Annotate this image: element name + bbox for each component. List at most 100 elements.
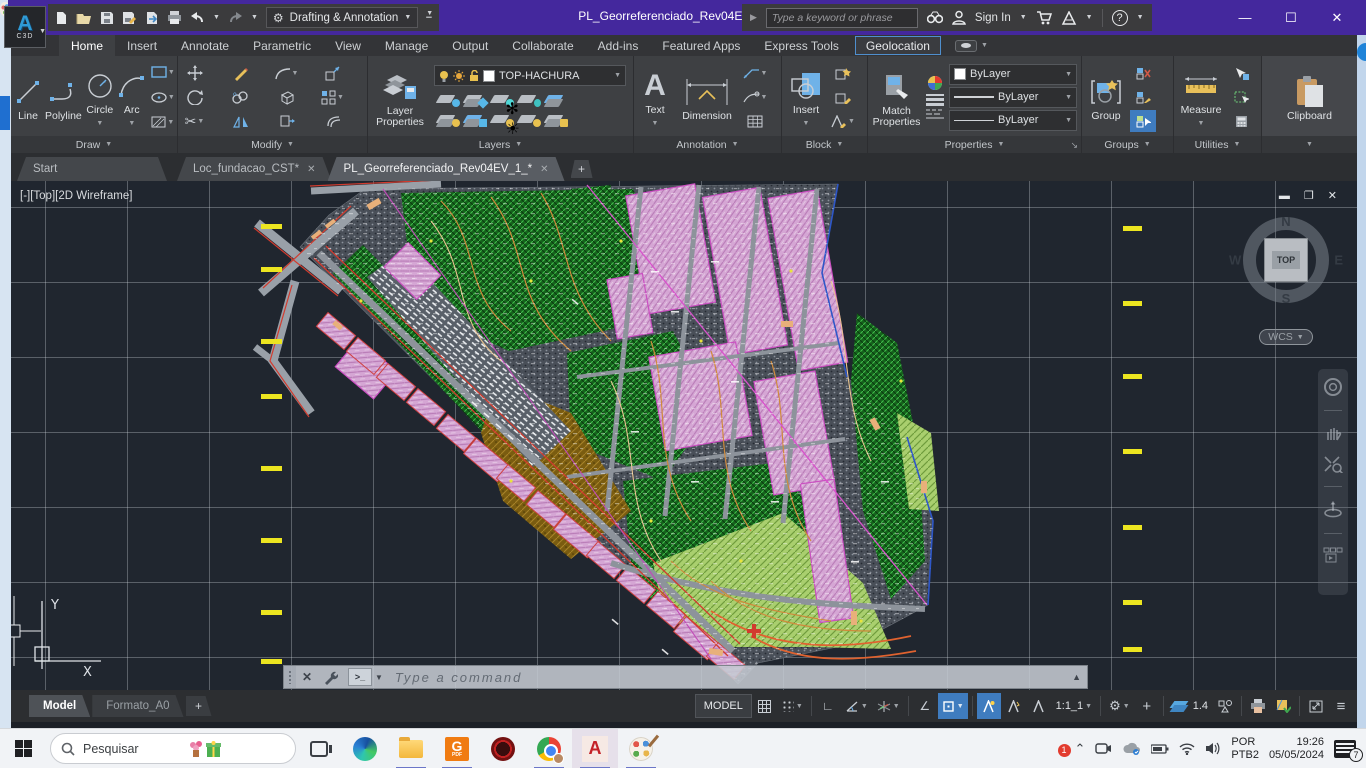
tab-annotate[interactable]: Annotate [169,35,241,56]
navigation-bar[interactable] [1318,369,1348,595]
viewport-close-icon[interactable]: ✕ [1328,189,1337,202]
ellipse-button[interactable]: ▼ [150,86,176,108]
clock[interactable]: 19:2605/05/2024 [1269,736,1324,762]
panel-label-draw[interactable]: Draw▼ [11,136,177,153]
tab-insert[interactable]: Insert [115,35,169,56]
lineweight-icon[interactable] [926,94,944,106]
hatch-button[interactable]: ▼ [150,111,176,133]
snap-mode-button[interactable]: ▼ [778,693,807,719]
group-edit-button[interactable] [1130,86,1156,108]
help-search-input[interactable]: Type a keyword or phrase [766,8,918,28]
panel-label-layers[interactable]: Layers▼ [368,136,633,153]
tab-geolocation[interactable]: Geolocation [855,36,941,55]
tab-collaborate[interactable]: Collaborate [500,35,585,56]
wcs-dropdown[interactable]: WCS▼ [1259,329,1313,345]
color-dropdown[interactable]: ByLayer▼ [949,64,1077,85]
close-tab-icon[interactable]: ✕ [540,164,548,175]
help-icon[interactable]: ? [1112,10,1128,26]
taskbar-red-app[interactable] [480,729,526,768]
sign-in-caret-icon[interactable]: ▼ [1020,14,1027,21]
layout-tab-model[interactable]: Model [29,695,90,717]
redo-caret-icon[interactable]: ▼ [251,14,258,21]
command-history-up-icon[interactable]: ▲ [1072,672,1081,682]
color-wheel-icon[interactable] [927,75,943,91]
ribbon-display-caret-icon[interactable]: ▼ [981,42,988,49]
new-tab-button[interactable]: + [571,160,593,178]
layer-match-button[interactable] [465,113,485,125]
viewcube-north[interactable]: N [1281,214,1290,229]
graphics-performance-button[interactable] [1271,693,1295,719]
annotation-scale-dropdown[interactable]: 1:1_1▼ [1052,693,1096,719]
layer-on2-button[interactable] [438,113,458,125]
command-line-grip[interactable] [284,666,296,688]
polyline-button[interactable]: Polyline [45,72,82,122]
file-tab-georreferenciado[interactable]: PL_Georreferenciado_Rev04EV_1_*✕ [328,157,565,181]
viewcube-top-face[interactable]: TOP [1264,238,1308,282]
tab-view[interactable]: View [323,35,373,56]
clean-screen-button[interactable] [1304,693,1328,719]
file-tab-loc-fundacao[interactable]: Loc_fundacao_CST*✕ [177,157,332,181]
grid-display-button[interactable] [753,693,777,719]
rectangle-button[interactable]: ▼ [150,61,176,83]
viewport-controls-label[interactable]: [-][Top][2D Wireframe] [20,190,132,202]
layer-dropdown[interactable]: TOP-HACHURA ▼ [434,65,626,86]
language-indicator[interactable]: PORPTB2 [1231,736,1259,762]
annotation-visibility-button[interactable] [977,693,1001,719]
group-button[interactable]: Group [1086,72,1126,122]
tray-camera-icon[interactable] [1095,742,1112,755]
close-tab-icon[interactable]: ✕ [307,164,315,175]
scale-button[interactable] [320,62,346,84]
show-motion-icon[interactable] [1323,547,1343,563]
ortho-button[interactable]: ∟ [816,693,840,719]
recent-commands-button[interactable]: >_ [348,668,372,686]
layer-state-button[interactable] [546,113,566,125]
isodraft-button[interactable]: ▼ [873,693,904,719]
linetype-icon[interactable] [926,109,944,119]
redo-icon[interactable] [228,12,243,24]
ungroup-button[interactable] [1130,62,1156,84]
group-selection-toggle[interactable] [1130,110,1156,132]
viewport-restore-icon[interactable]: ❐ [1304,189,1314,202]
layer-lock-button[interactable] [519,93,539,105]
print-icon[interactable] [167,11,182,24]
layer-freeze-button[interactable]: ✻ [492,93,512,105]
drawing-canvas-map[interactable]: Y X [11,181,1357,690]
model-space-button[interactable]: MODEL [695,694,752,718]
move-button[interactable] [182,62,208,84]
taskbar-paint-app[interactable] [618,729,664,768]
multileader-button[interactable]: ▼ [742,86,768,108]
undo-caret-icon[interactable]: ▼ [213,14,220,21]
panel-label-modify[interactable]: Modify▼ [178,136,367,153]
measure-button[interactable]: Measure▼ [1178,66,1224,129]
isolate-objects-button[interactable] [1213,693,1237,719]
rotate-button[interactable] [182,86,208,108]
text-button[interactable]: A Text▼ [638,66,672,129]
dynamic-input-button[interactable]: ∠ [913,693,937,719]
tray-volume-icon[interactable] [1205,742,1221,755]
clipboard-button[interactable]: Clipboard [1275,72,1345,122]
layer-isolate-button[interactable] [465,93,485,105]
arc-button[interactable]: Arc▼ [118,66,146,129]
erase-button[interactable] [228,62,254,84]
app-menu-button[interactable]: A C3D ▼ [4,6,46,48]
open-file-icon[interactable] [76,11,92,25]
panel-label-block[interactable]: Block▼ [782,136,867,153]
panel-label-annotation[interactable]: Annotation▼ [634,136,781,153]
save-icon[interactable] [100,11,114,25]
tray-battery-icon[interactable] [1151,743,1169,754]
close-button[interactable]: ✕ [1314,0,1360,35]
panel-label-groups[interactable]: Groups▼ [1082,136,1173,153]
maximize-button[interactable]: ☐ [1268,0,1314,35]
new-file-icon[interactable] [54,11,68,25]
taskbar-edge[interactable] [342,729,388,768]
save-as-icon[interactable] [122,11,137,25]
viewport-minimize-icon[interactable]: ▬ [1279,190,1290,202]
viewcube-east[interactable]: E [1334,253,1343,268]
tab-parametric[interactable]: Parametric [241,35,323,56]
dimension-button[interactable]: Dimension [676,72,738,122]
explode-button[interactable] [274,86,300,108]
pan-hand-icon[interactable] [1324,424,1342,442]
command-close-icon[interactable]: ✕ [296,670,318,684]
linetype-dropdown[interactable]: ByLayer▼ [949,110,1077,131]
task-view-button[interactable] [296,729,342,768]
